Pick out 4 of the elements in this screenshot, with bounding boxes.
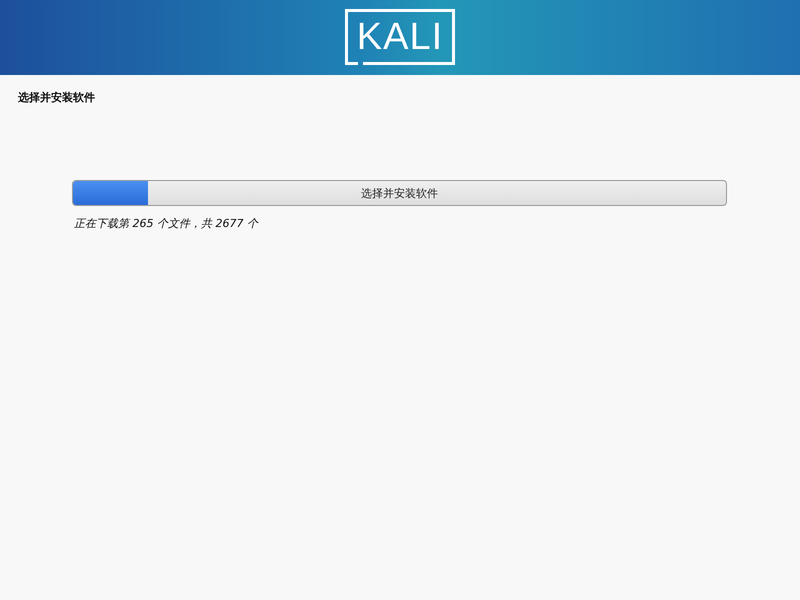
progress-label: 选择并安装软件 [361,186,438,200]
kali-logo: KALI [345,8,455,64]
progress-status: 正在下载第 265 个文件，共 2677 个 [73,216,260,231]
page-title: 选择并安装软件 [18,90,96,105]
